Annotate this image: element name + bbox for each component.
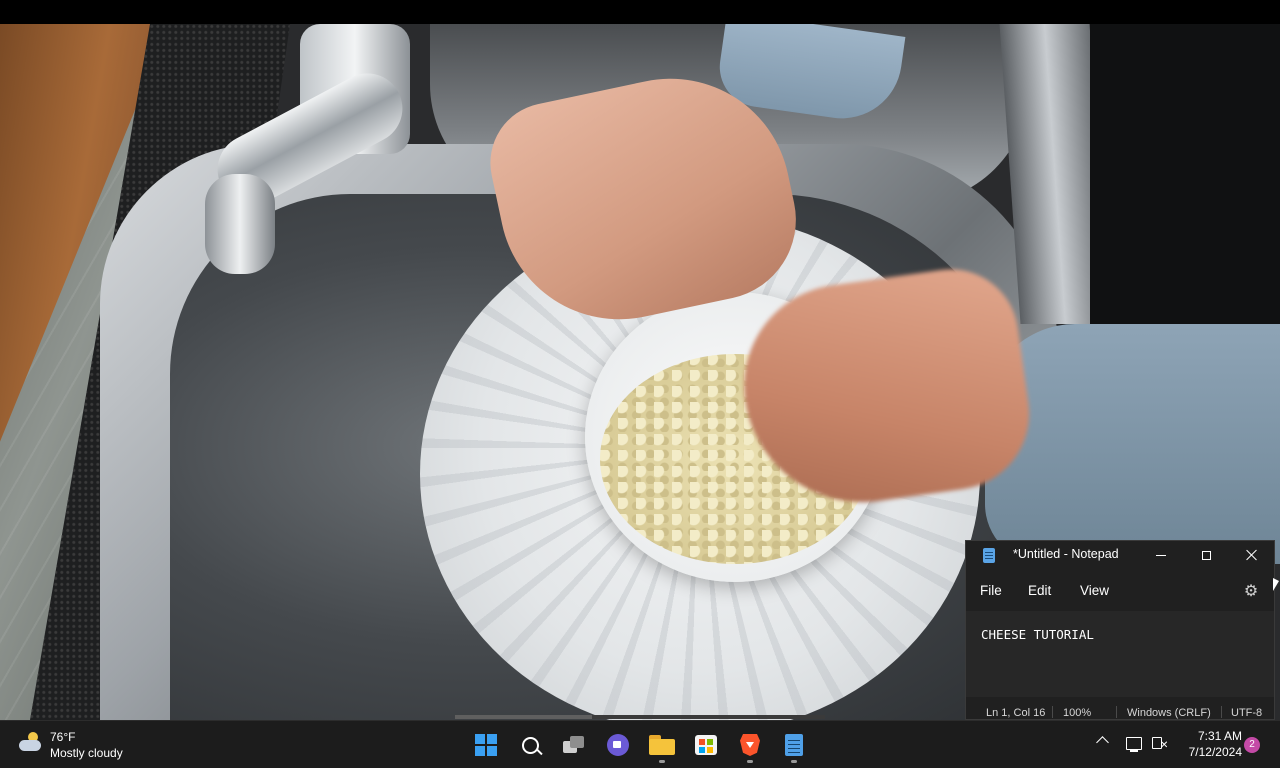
task-view-icon (563, 736, 585, 754)
maximize-icon (1201, 550, 1211, 560)
running-indicator (747, 760, 753, 763)
status-divider (1221, 706, 1222, 718)
store-button[interactable] (687, 726, 725, 764)
editor-content[interactable]: CHEESE TUTORIAL (981, 627, 1094, 642)
faucet-spout (205, 174, 275, 274)
minimize-button[interactable] (1139, 541, 1183, 569)
meet-icon (607, 734, 629, 756)
mouse-pointer-icon (1273, 578, 1279, 591)
partly-cloudy-icon (19, 732, 41, 751)
clock-date[interactable]: 7/12/2024 (1180, 745, 1242, 759)
chevron-up-icon[interactable] (1096, 736, 1109, 749)
maximize-button[interactable] (1184, 541, 1228, 569)
store-icon (695, 735, 717, 755)
network-icon[interactable] (1126, 737, 1142, 752)
notepad-taskbar-button[interactable] (775, 726, 813, 764)
notification-badge[interactable]: 2 (1244, 737, 1260, 753)
menu-view[interactable]: View (1080, 583, 1109, 598)
status-zoom: 100% (1063, 707, 1092, 719)
notepad-icon (785, 734, 803, 756)
clock-time[interactable]: 7:31 AM (1180, 729, 1242, 743)
search-icon (521, 736, 539, 754)
close-icon (1246, 549, 1258, 561)
shirt-sleeve-right (985, 324, 1280, 564)
gear-icon[interactable]: ⚙ (1243, 584, 1259, 600)
brave-browser-button[interactable] (731, 726, 769, 764)
minimize-icon (1156, 554, 1166, 556)
notepad-window[interactable]: *Untitled - Notepad File Edit View ⚙ CHE… (965, 540, 1275, 720)
text-editor[interactable]: CHEESE TUTORIAL (966, 611, 1274, 697)
start-button[interactable] (467, 726, 505, 764)
muted-icon: ✕ (1160, 740, 1169, 751)
search-button[interactable] (511, 726, 549, 764)
menu-file[interactable]: File (980, 583, 1002, 598)
windows-start-icon (475, 734, 497, 756)
file-explorer-button[interactable] (643, 726, 681, 764)
video-progress-fill (455, 715, 592, 719)
notepad-icon (983, 548, 995, 563)
status-divider (1052, 706, 1053, 718)
status-bar: Ln 1, Col 16 100% Windows (CRLF) UTF-8 (966, 703, 1274, 721)
status-line-ending: Windows (CRLF) (1127, 707, 1211, 719)
brave-browser-icon (740, 734, 760, 756)
weather-condition: Mostly cloudy (50, 746, 123, 760)
running-indicator (791, 760, 797, 763)
menu-bar: File Edit View ⚙ (966, 575, 1274, 607)
video-progress-bar[interactable] (455, 715, 825, 719)
running-indicator (659, 760, 665, 763)
taskbar: 76°F Mostly cloudy ✕ 7:31 AM 7/12/2024 2 (0, 720, 1280, 768)
close-button[interactable] (1230, 541, 1274, 569)
status-divider (1116, 706, 1117, 718)
status-encoding: UTF-8 (1231, 707, 1263, 719)
letterbox-bar (0, 0, 1280, 24)
meet-button[interactable] (599, 726, 637, 764)
weather-temperature: 76°F (50, 730, 76, 744)
task-view-button[interactable] (555, 726, 593, 764)
dark-background (1090, 24, 1280, 344)
folder-icon (649, 735, 675, 755)
notepad-titlebar[interactable]: *Untitled - Notepad (966, 541, 1274, 569)
menu-edit[interactable]: Edit (1028, 583, 1051, 598)
status-cursor-position: Ln 1, Col 16 (986, 707, 1046, 719)
window-title: *Untitled - Notepad (1013, 547, 1119, 561)
